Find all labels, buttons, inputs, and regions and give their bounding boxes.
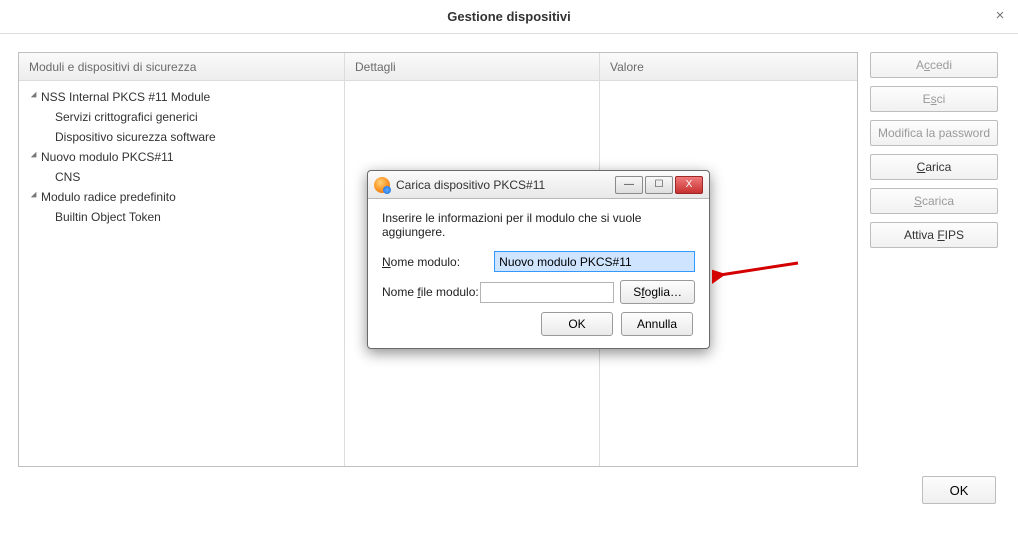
dialog-cancel-button[interactable]: Annulla <box>621 312 693 336</box>
tree-item[interactable]: Modulo radice predefinito <box>19 187 344 207</box>
firefox-icon <box>374 177 390 193</box>
dialog-title: Carica dispositivo PKCS#11 <box>396 178 615 192</box>
logout-button[interactable]: Esci <box>870 86 998 112</box>
value-header: Valore <box>600 53 857 81</box>
tree-item[interactable]: Nuovo modulo PKCS#11 <box>19 147 344 167</box>
tree-item-label: Servizi crittografici generici <box>55 110 198 124</box>
change-password-button[interactable]: Modifica la password <box>870 120 998 146</box>
module-name-label: Nome modulo: <box>382 255 494 269</box>
fips-button[interactable]: Attiva FIPS <box>870 222 998 248</box>
expand-icon[interactable] <box>33 190 41 198</box>
details-header: Dettagli <box>345 53 599 81</box>
dialog-ok-button[interactable]: OK <box>541 312 613 336</box>
tree-item-label: Modulo radice predefinito <box>41 190 176 204</box>
module-file-input[interactable] <box>480 282 614 303</box>
tree-item-label: Builtin Object Token <box>55 210 161 224</box>
modules-tree: NSS Internal PKCS #11 Module Servizi cri… <box>19 81 344 233</box>
tree-item-label: Dispositivo sicurezza software <box>55 130 216 144</box>
window-title: Gestione dispositivi <box>447 9 571 24</box>
browse-button[interactable]: Sfoglia… <box>620 280 695 304</box>
tree-item-label: CNS <box>55 170 80 184</box>
login-button[interactable]: Accedi <box>870 52 998 78</box>
dialog-instruction: Inserire le informazioni per il modulo c… <box>382 211 695 239</box>
main-ok-button[interactable]: OK <box>922 476 996 504</box>
tree-item-label: NSS Internal PKCS #11 Module <box>41 90 210 104</box>
minimize-icon[interactable]: — <box>615 176 643 194</box>
module-file-label: Nome file modulo: <box>382 285 480 299</box>
close-icon[interactable]: × <box>990 6 1010 26</box>
close-icon[interactable]: X <box>675 176 703 194</box>
modules-column: Moduli e dispositivi di sicurezza NSS In… <box>19 53 345 466</box>
tree-item[interactable]: Builtin Object Token <box>19 207 344 227</box>
expand-icon[interactable] <box>33 150 41 158</box>
tree-item-label: Nuovo modulo PKCS#11 <box>41 150 174 164</box>
tree-item[interactable]: Servizi crittografici generici <box>19 107 344 127</box>
load-device-dialog: Carica dispositivo PKCS#11 — ☐ X Inserir… <box>367 170 710 349</box>
module-name-input[interactable] <box>494 251 695 272</box>
expand-icon[interactable] <box>33 90 41 98</box>
tree-item[interactable]: NSS Internal PKCS #11 Module <box>19 87 344 107</box>
tree-item[interactable]: Dispositivo sicurezza software <box>19 127 344 147</box>
action-sidebar: Accedi Esci Modifica la password Carica … <box>870 52 998 256</box>
modules-header: Moduli e dispositivi di sicurezza <box>19 53 344 81</box>
maximize-icon[interactable]: ☐ <box>645 176 673 194</box>
load-button[interactable]: Carica <box>870 154 998 180</box>
unload-button[interactable]: Scarica <box>870 188 998 214</box>
tree-item[interactable]: CNS <box>19 167 344 187</box>
